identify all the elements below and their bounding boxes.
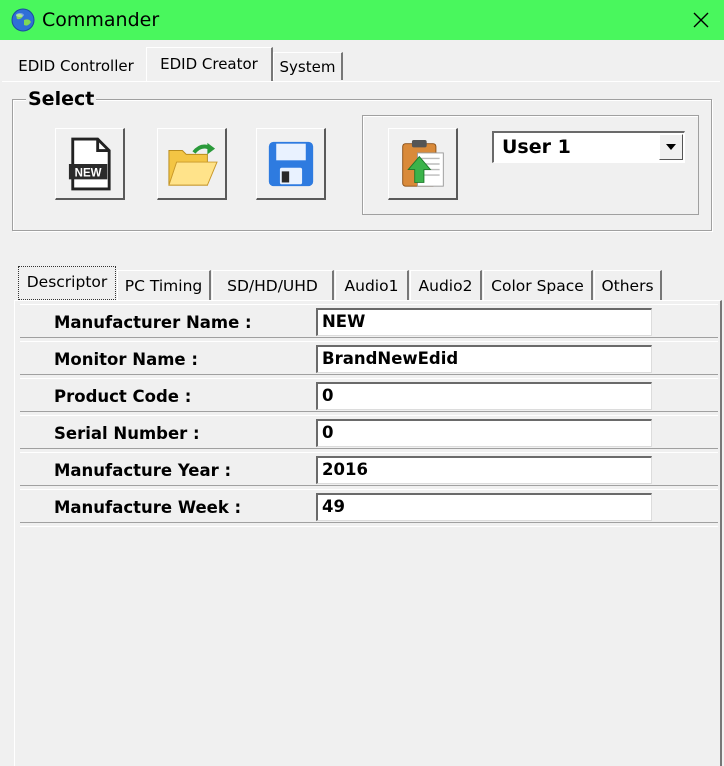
descriptor-row-manufacturer-name: Manufacturer Name : NEW	[20, 304, 718, 338]
tab-panel-border	[2, 81, 720, 82]
new-edid-button[interactable]: NEW	[55, 128, 125, 200]
tab-audio2[interactable]: Audio2	[410, 270, 482, 300]
new-file-icon: NEW	[68, 137, 111, 190]
clipboard-upload-icon	[401, 139, 444, 187]
close-button[interactable]	[678, 0, 724, 40]
user-select-dropdown[interactable]: User 1	[492, 131, 685, 163]
dropdown-arrow-button[interactable]	[659, 134, 683, 160]
serial-number-field[interactable]: 0	[316, 419, 652, 447]
descriptor-row-manufacture-year: Manufacture Year : 2016	[20, 452, 718, 486]
descriptor-row-monitor-name: Monitor Name : BrandNewEdid	[20, 341, 718, 375]
field-label: Product Code :	[54, 387, 192, 406]
tab-label: SD/HD/UHD	[227, 277, 318, 295]
tab-label: Descriptor	[26, 273, 108, 291]
descriptor-row-serial-number: Serial Number : 0	[20, 415, 718, 449]
globe-icon	[11, 8, 35, 32]
upload-button[interactable]	[388, 128, 458, 200]
tab-label: PC Timing	[124, 277, 203, 295]
chevron-down-icon	[666, 144, 676, 150]
tab-label: Color Space	[491, 277, 584, 295]
field-label: Manufacture Year :	[54, 461, 232, 480]
tab-label: Audio1	[344, 277, 399, 295]
tab-system[interactable]: System	[273, 52, 343, 80]
main-tab-strip: EDID Controller EDID Creator System	[0, 47, 724, 81]
tab-descriptor[interactable]: Descriptor	[18, 266, 116, 300]
tab-label: System	[279, 58, 336, 76]
field-label: Monitor Name :	[54, 350, 198, 369]
field-label: Manufacturer Name :	[54, 313, 252, 332]
manufacture-year-field[interactable]: 2016	[316, 456, 652, 484]
rows-divider	[20, 526, 718, 527]
tab-label: EDID Controller	[18, 57, 134, 75]
tab-edid-creator[interactable]: EDID Creator	[146, 47, 273, 81]
user-select-value: User 1	[502, 136, 571, 158]
tab-edid-controller[interactable]: EDID Controller	[7, 52, 145, 80]
tab-others[interactable]: Others	[594, 270, 662, 300]
tab-color-space[interactable]: Color Space	[483, 270, 593, 300]
open-folder-icon	[167, 142, 218, 186]
descriptor-row-manufacture-week: Manufacture Week : 49	[20, 489, 718, 523]
tab-label: EDID Creator	[160, 55, 258, 73]
monitor-name-field[interactable]: BrandNewEdid	[316, 345, 652, 373]
tab-audio1[interactable]: Audio1	[335, 270, 409, 300]
manufacture-week-field[interactable]: 49	[316, 493, 652, 521]
close-icon	[693, 12, 709, 28]
open-button[interactable]	[157, 128, 227, 200]
floppy-disk-icon	[268, 141, 313, 186]
tab-label: Audio2	[418, 277, 473, 295]
product-code-field[interactable]: 0	[316, 382, 652, 410]
tab-pc-timing[interactable]: PC Timing	[117, 270, 211, 300]
select-group-label: Select	[26, 88, 97, 110]
manufacturer-name-field[interactable]: NEW	[316, 308, 652, 336]
window-title: Commander	[42, 9, 160, 31]
field-label: Serial Number :	[54, 424, 200, 443]
tab-label: Others	[601, 277, 654, 295]
tab-sd-hd-uhd[interactable]: SD/HD/UHD	[212, 270, 334, 300]
new-icon-text: NEW	[74, 167, 101, 179]
field-label: Manufacture Week :	[54, 498, 242, 517]
save-button[interactable]	[256, 128, 326, 200]
title-bar: Commander	[0, 0, 724, 40]
descriptor-row-product-code: Product Code : 0	[20, 378, 718, 412]
